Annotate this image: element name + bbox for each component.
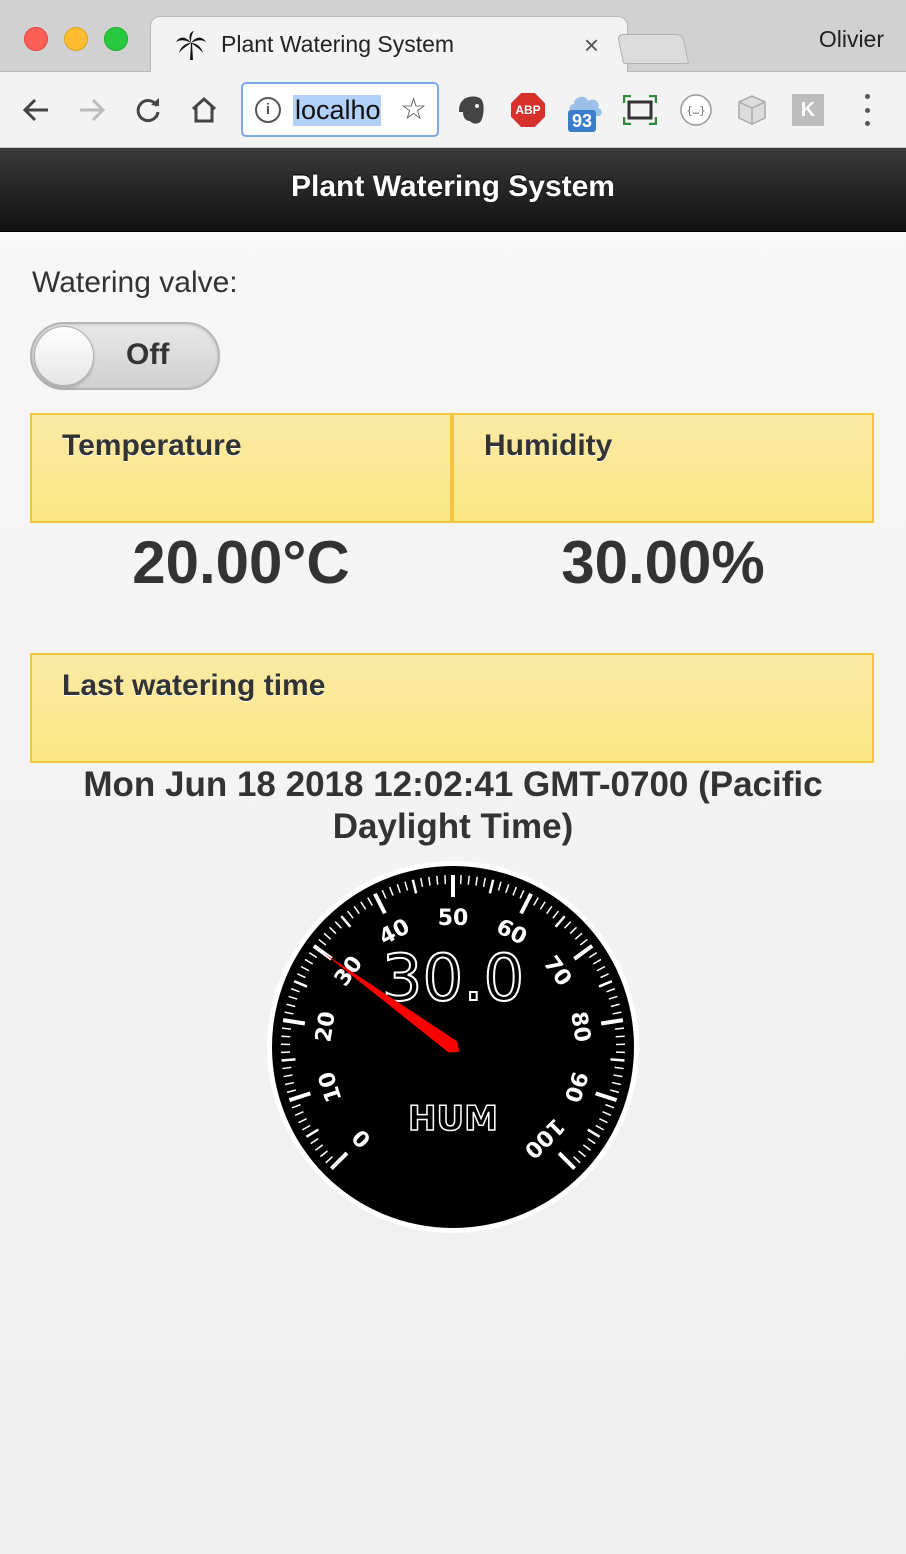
forward-button[interactable] (72, 90, 112, 130)
toggle-knob[interactable] (34, 326, 94, 386)
bookmark-star-icon[interactable]: ☆ (400, 92, 427, 127)
tab-close-icon[interactable]: × (584, 30, 599, 61)
weather-extension-button[interactable]: 93 (566, 90, 606, 132)
gauge-minor-tick (467, 875, 470, 885)
gauge-tick-label: 50 (438, 906, 469, 931)
cube-extension-button[interactable] (732, 90, 772, 130)
last-watering-time: Mon Jun 18 2018 12:02:41 GMT-0700 (Pacif… (83, 765, 823, 846)
screen-capture-extension-button[interactable] (620, 90, 660, 130)
back-arrow-icon (22, 98, 48, 122)
home-icon (191, 96, 217, 123)
app-header: Plant Watering System (0, 148, 906, 232)
reload-icon (136, 98, 160, 122)
k-icon: K (792, 94, 824, 126)
profile-name[interactable]: Olivier (819, 26, 884, 53)
last-watering-label: Last watering time (62, 669, 326, 702)
palm-tree-icon (176, 31, 206, 60)
gauge-minor-tick (281, 1035, 291, 1038)
info-icon[interactable]: i (255, 97, 281, 123)
page-viewport: Plant Watering System Watering valve: Of… (0, 148, 906, 1554)
gauge-minor-tick (615, 1035, 625, 1038)
adblock-icon: ABP (511, 93, 545, 127)
cube-icon (738, 95, 766, 125)
svg-text:{…}: {…} (686, 104, 706, 117)
temperature-value: 20.00°C (132, 529, 350, 596)
tab-strip: Plant Watering System × Olivier (0, 0, 906, 73)
gauge-minor-tick (281, 1027, 292, 1030)
forward-arrow-icon (80, 98, 106, 122)
elephant-icon (459, 96, 484, 124)
window-minimize-button[interactable] (64, 27, 88, 51)
temperature-label: Temperature (62, 429, 242, 462)
weather-badge: 93 (568, 110, 597, 132)
k-extension-button[interactable]: K (788, 90, 828, 130)
reload-button[interactable] (128, 90, 168, 130)
gauge-minor-tick (281, 1058, 296, 1062)
screen-capture-icon (623, 95, 657, 125)
address-bar[interactable]: i localhost ☆ (241, 82, 439, 137)
toggle-state-label: Off (126, 338, 170, 371)
gauge-unit-label: HUM (408, 1099, 498, 1139)
window-close-button[interactable] (24, 27, 48, 51)
json-braces-icon: {…} (680, 94, 712, 126)
window-maximize-button[interactable] (104, 27, 128, 51)
menu-dot-icon (864, 94, 870, 99)
humidity-gauge: 0102030405060708090100 30.0 HUM (267, 861, 639, 1233)
gauge-value-readout: 30.0 (382, 942, 525, 1016)
temperature-panel: Temperature (30, 413, 452, 523)
new-tab-button[interactable] (616, 34, 690, 64)
humidity-label: Humidity (484, 429, 613, 462)
address-text[interactable]: localhost (293, 95, 381, 126)
last-watering-panel: Last watering time (30, 653, 874, 763)
humidity-value: 30.00% (561, 529, 765, 596)
humidity-panel: Humidity (452, 413, 874, 523)
valve-label: Watering valve: (32, 266, 238, 299)
json-extension-button[interactable]: {…} (676, 90, 716, 130)
gauge-minor-tick (610, 1058, 625, 1062)
page-title: Plant Watering System (291, 170, 615, 203)
menu-dot-icon (864, 121, 870, 126)
adblock-extension-button[interactable]: ABP (508, 90, 548, 130)
browser-menu-button[interactable] (860, 94, 874, 126)
gauge-tick-label: 20 (311, 1010, 340, 1044)
menu-dot-icon (864, 107, 870, 113)
back-button[interactable] (16, 90, 56, 130)
gauge-minor-tick (436, 875, 439, 885)
tab-title: Plant Watering System (221, 31, 455, 57)
gauge-tick-label: 80 (565, 1010, 594, 1044)
home-button[interactable] (184, 90, 224, 130)
browser-tab[interactable]: Plant Watering System × (150, 16, 628, 73)
gauge-minor-tick (614, 1027, 625, 1030)
valve-toggle[interactable]: Off (30, 322, 220, 390)
evernote-extension-button[interactable] (452, 90, 492, 130)
browser-toolbar: i localhost ☆ ABP 93 {…} K (0, 72, 906, 148)
